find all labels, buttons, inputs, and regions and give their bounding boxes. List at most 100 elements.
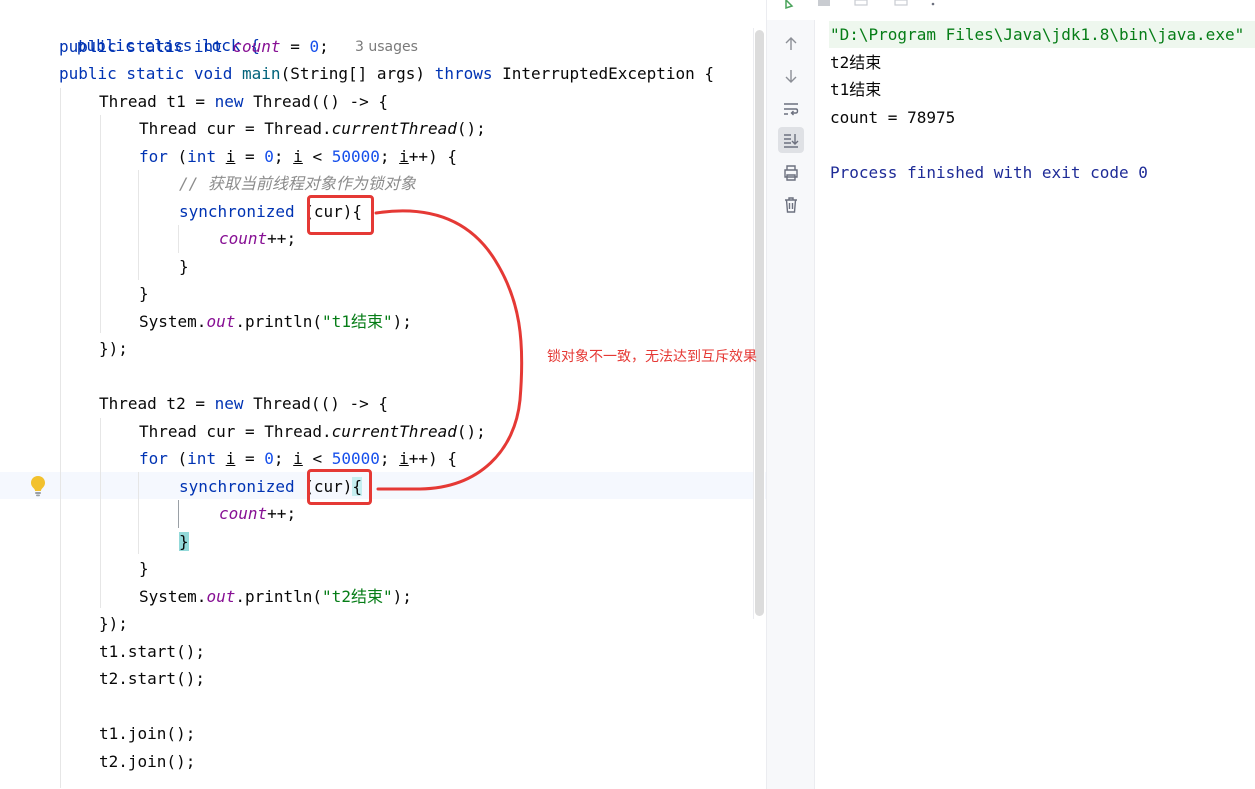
annotation-box-t2-lock: [307, 469, 372, 505]
code-text: ;: [379, 147, 400, 166]
indent-guide-active: [178, 500, 179, 528]
matched-close-brace: }: [179, 532, 189, 551]
code-variable: i: [293, 449, 303, 468]
code-line-t2-sync-close[interactable]: }: [179, 528, 189, 555]
code-line-t2-for-close[interactable]: }: [139, 555, 149, 582]
code-line-count-field[interactable]: public static int count = 0;: [59, 33, 329, 60]
code-text: <: [302, 449, 332, 468]
code-string: "t2结束": [322, 587, 393, 606]
code-static-method: currentThread: [331, 422, 457, 441]
code-line-t2-cur[interactable]: Thread cur = Thread.currentThread();: [139, 418, 486, 445]
code-field: out: [206, 587, 236, 606]
code-field: count: [219, 504, 268, 523]
scroll-to-end-icon[interactable]: [778, 127, 804, 153]
code-line-t1-sync-close[interactable]: }: [179, 253, 189, 280]
print-icon[interactable]: [778, 160, 804, 186]
code-field: count: [219, 229, 268, 248]
code-text: =: [235, 449, 265, 468]
code-text: ++;: [267, 229, 297, 248]
code-text: ;: [379, 449, 400, 468]
code-line-t2-decl[interactable]: Thread t2 = new Thread(() -> {: [99, 390, 388, 417]
code-line-t2-join[interactable]: t2.join();: [99, 748, 195, 775]
run-side-toolbar: [767, 20, 815, 789]
code-line-t1-println[interactable]: System.out.println("t1结束");: [139, 308, 412, 335]
code-keyword: throws: [434, 64, 493, 83]
code-text: ;: [273, 449, 294, 468]
code-text: .println(: [235, 312, 323, 331]
exit-icon[interactable]: [894, 0, 908, 6]
run-toolbar-partial: [785, 0, 935, 10]
rerun-icon[interactable]: [785, 0, 794, 10]
code-variable: i: [293, 147, 303, 166]
code-keyword: for: [139, 449, 168, 468]
code-keyword: new: [214, 92, 244, 111]
code-number: 50000: [331, 147, 380, 166]
code-text: ;: [273, 147, 294, 166]
trash-icon[interactable]: [778, 192, 804, 218]
ide-window: public class lock { public static int co…: [0, 0, 1255, 789]
code-line-class-decl[interactable]: public class lock {: [19, 5, 260, 55]
arrow-down-icon[interactable]: [778, 63, 804, 89]
code-line-t1-decl[interactable]: Thread t1 = new Thread(() -> {: [99, 88, 388, 115]
console-output[interactable]: "D:\Program Files\Java\jdk1.8\bin\java.e…: [829, 20, 1255, 789]
stop-icon[interactable]: [818, 0, 830, 6]
code-line-t2-count[interactable]: count++;: [219, 500, 296, 527]
code-editor[interactable]: public class lock { public static int co…: [0, 0, 766, 789]
code-keyword: public static void: [59, 64, 243, 83]
code-text: ++) {: [408, 147, 457, 166]
annotation-label: 锁对象不一致，无法达到互斥效果: [547, 349, 757, 365]
code-line-t1-start[interactable]: t1.start();: [99, 638, 205, 665]
code-number: 0: [309, 37, 320, 56]
code-line-t1-count[interactable]: count++;: [219, 225, 296, 252]
code-line-t2-println[interactable]: System.out.println("t2结束");: [139, 583, 412, 610]
code-number: 50000: [331, 449, 380, 468]
code-text: (: [167, 449, 188, 468]
code-line-t1-join[interactable]: t1.join();: [99, 720, 195, 747]
code-text: }: [139, 284, 149, 303]
console-exit-message: Process finished with exit code 0: [830, 163, 1148, 182]
code-text: System.: [139, 587, 207, 606]
code-line-t2-start[interactable]: t2.start();: [99, 665, 205, 692]
usages-hint[interactable]: 3 usages: [355, 37, 418, 57]
code-comment: // 获取当前线程对象作为锁对象: [179, 174, 416, 193]
code-line-t1-end[interactable]: });: [99, 335, 128, 362]
indent-guide: [138, 170, 139, 280]
code-text: (String[] args): [280, 64, 435, 83]
code-field: out: [206, 312, 236, 331]
code-variable: i: [225, 449, 236, 468]
code-text: );: [392, 312, 412, 331]
code-keyword: for: [139, 147, 168, 166]
code-line-t1-for[interactable]: for (int i = 0; i < 50000; i++) {: [139, 143, 457, 170]
code-text: =: [235, 147, 265, 166]
more-icon[interactable]: [931, 2, 935, 6]
code-line-t1-cur[interactable]: Thread cur = Thread.currentThread();: [139, 115, 486, 142]
console-command-line: "D:\Program Files\Java\jdk1.8\bin\java.e…: [829, 21, 1255, 48]
code-line-t2-end[interactable]: });: [99, 610, 128, 637]
code-text: }: [179, 257, 189, 276]
soft-wrap-icon[interactable]: [778, 96, 804, 122]
code-variable: i: [399, 449, 409, 468]
code-text: Thread(() -> {: [243, 394, 388, 413]
code-keyword: int: [187, 449, 217, 468]
camera-icon[interactable]: [854, 0, 868, 6]
code-text: t1.join();: [99, 724, 196, 743]
code-field: count: [232, 37, 281, 56]
current-line-highlight: [0, 472, 766, 499]
editor-scrollbar-thumb[interactable]: [755, 30, 764, 616]
code-line-comment[interactable]: // 获取当前线程对象作为锁对象: [179, 170, 416, 197]
code-keyword: new: [214, 394, 244, 413]
indent-guide: [138, 472, 139, 554]
code-text: }: [139, 559, 149, 578]
lightbulb-icon[interactable]: [29, 475, 47, 497]
code-text: .println(: [235, 587, 323, 606]
code-text: (: [167, 147, 188, 166]
code-keyword: public static int: [59, 37, 233, 56]
code-text: Thread t1 =: [99, 92, 215, 111]
code-line-t1-for-close[interactable]: }: [139, 280, 149, 307]
code-line-main-decl[interactable]: public static void main(String[] args) t…: [59, 60, 714, 87]
arrow-up-icon[interactable]: [778, 31, 804, 57]
console-output-line: t1结束: [830, 80, 882, 99]
code-text: ++;: [267, 504, 297, 523]
code-text: });: [99, 614, 128, 633]
code-line-t2-for[interactable]: for (int i = 0; i < 50000; i++) {: [139, 445, 457, 472]
